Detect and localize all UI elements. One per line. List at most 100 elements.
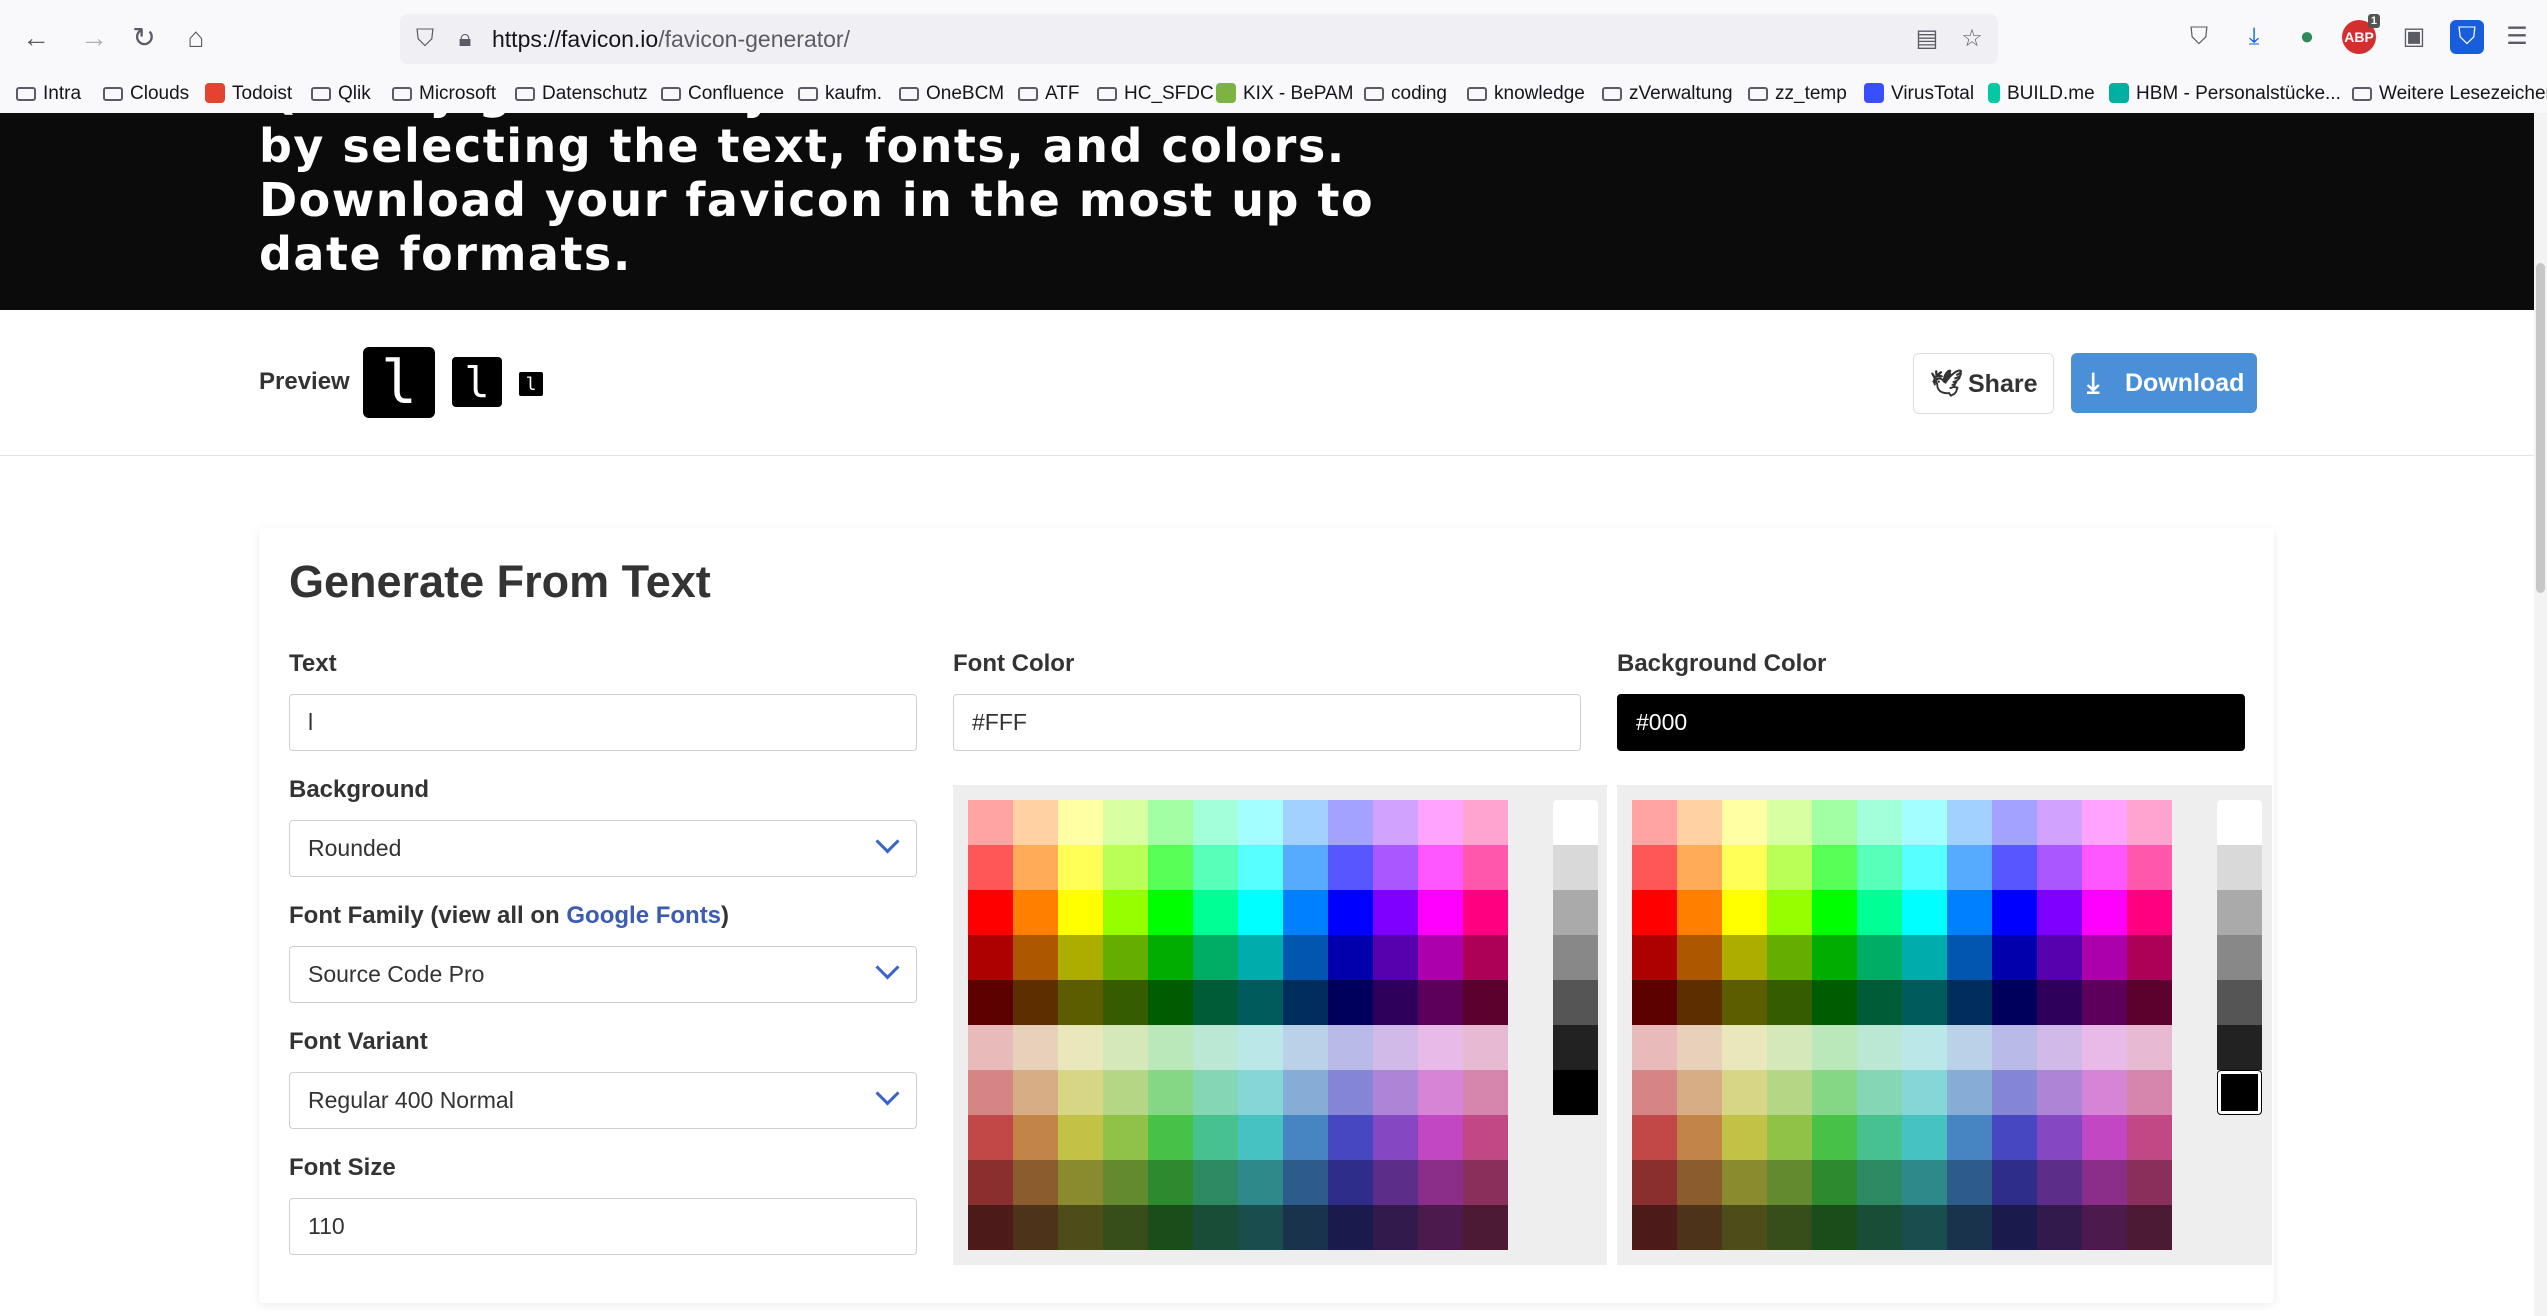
font-size-input[interactable]: 110	[289, 1198, 917, 1255]
color-swatch[interactable]	[2127, 935, 2172, 980]
gray-swatch[interactable]	[1553, 845, 1598, 890]
color-swatch[interactable]	[1947, 1025, 1992, 1070]
color-swatch[interactable]	[1812, 890, 1857, 935]
color-swatch[interactable]	[1812, 800, 1857, 845]
color-swatch[interactable]	[1418, 980, 1463, 1025]
color-swatch[interactable]	[1857, 1070, 1902, 1115]
color-swatch[interactable]	[1013, 1115, 1058, 1160]
color-swatch[interactable]	[1902, 1025, 1947, 1070]
color-swatch[interactable]	[1463, 1160, 1508, 1205]
color-swatch[interactable]	[1857, 890, 1902, 935]
color-swatch[interactable]	[2127, 1205, 2172, 1250]
color-swatch[interactable]	[2082, 845, 2127, 890]
container-icon[interactable]: ▣	[2397, 20, 2431, 54]
color-swatch[interactable]	[1328, 935, 1373, 980]
color-swatch[interactable]	[1632, 890, 1677, 935]
color-swatch[interactable]	[1373, 1205, 1418, 1250]
color-swatch[interactable]	[1632, 800, 1677, 845]
color-swatch[interactable]	[1812, 980, 1857, 1025]
gray-swatch[interactable]	[2217, 1025, 2262, 1070]
color-swatch[interactable]	[1947, 1205, 1992, 1250]
color-swatch[interactable]	[2037, 935, 2082, 980]
color-swatch[interactable]	[1992, 800, 2037, 845]
color-swatch[interactable]	[1238, 800, 1283, 845]
color-swatch[interactable]	[968, 890, 1013, 935]
color-swatch[interactable]	[1193, 1025, 1238, 1070]
color-swatch[interactable]	[1632, 935, 1677, 980]
bookmark-item[interactable]: zz_temp	[1748, 79, 1847, 109]
color-swatch[interactable]	[1058, 1070, 1103, 1115]
color-swatch[interactable]	[1283, 1205, 1328, 1250]
gray-swatch[interactable]	[2217, 980, 2262, 1025]
color-swatch[interactable]	[968, 1070, 1013, 1115]
color-swatch[interactable]	[2037, 1205, 2082, 1250]
color-swatch[interactable]	[1722, 935, 1767, 980]
bookmark-item[interactable]: Microsoft	[392, 79, 496, 109]
color-swatch[interactable]	[1148, 935, 1193, 980]
color-swatch[interactable]	[1767, 1025, 1812, 1070]
color-swatch[interactable]	[1857, 1115, 1902, 1160]
color-swatch[interactable]	[1328, 1205, 1373, 1250]
gray-swatch[interactable]	[1553, 980, 1598, 1025]
color-swatch[interactable]	[1238, 890, 1283, 935]
color-swatch[interactable]	[1463, 800, 1508, 845]
color-swatch[interactable]	[1148, 1205, 1193, 1250]
color-swatch[interactable]	[1418, 1070, 1463, 1115]
gray-swatch[interactable]	[2217, 890, 2262, 935]
bookmark-item[interactable]: VirusTotal	[1864, 79, 1974, 109]
color-swatch[interactable]	[1283, 1115, 1328, 1160]
color-swatch[interactable]	[968, 1205, 1013, 1250]
color-swatch[interactable]	[1992, 1025, 2037, 1070]
color-swatch[interactable]	[1238, 1205, 1283, 1250]
bookmark-item[interactable]: Confluence	[661, 79, 784, 109]
color-swatch[interactable]	[1328, 980, 1373, 1025]
color-swatch[interactable]	[1013, 935, 1058, 980]
color-swatch[interactable]	[1058, 1025, 1103, 1070]
color-swatch[interactable]	[1103, 890, 1148, 935]
download-button[interactable]: ⤓ Download	[2071, 353, 2257, 413]
color-swatch[interactable]	[1238, 980, 1283, 1025]
color-swatch[interactable]	[1148, 1025, 1193, 1070]
bookmark-item[interactable]: Weitere Lesezeichen	[2352, 79, 2547, 109]
color-swatch[interactable]	[1373, 890, 1418, 935]
color-swatch[interactable]	[1767, 1070, 1812, 1115]
share-button[interactable]: 🕊︎ Share	[1913, 353, 2054, 414]
color-swatch[interactable]	[1373, 1025, 1418, 1070]
color-swatch[interactable]	[1373, 980, 1418, 1025]
color-swatch[interactable]	[1947, 1115, 1992, 1160]
gray-swatch[interactable]	[1553, 1070, 1598, 1115]
color-swatch[interactable]	[1947, 890, 1992, 935]
bookmark-item[interactable]: Datenschutz	[515, 79, 648, 109]
bookmark-item[interactable]: Intra	[16, 79, 81, 109]
color-swatch[interactable]	[1328, 1160, 1373, 1205]
color-swatch[interactable]	[1677, 1115, 1722, 1160]
color-swatch[interactable]	[2037, 1160, 2082, 1205]
color-swatch[interactable]	[1992, 935, 2037, 980]
color-swatch[interactable]	[1767, 980, 1812, 1025]
color-swatch[interactable]	[1373, 935, 1418, 980]
color-swatch[interactable]	[1058, 980, 1103, 1025]
color-swatch[interactable]	[1857, 980, 1902, 1025]
color-swatch[interactable]	[1992, 1115, 2037, 1160]
color-swatch[interactable]	[1677, 935, 1722, 980]
bookmark-item[interactable]: Todoist	[205, 79, 292, 109]
color-swatch[interactable]	[1193, 890, 1238, 935]
color-swatch[interactable]	[1947, 935, 1992, 980]
color-swatch[interactable]	[1418, 1160, 1463, 1205]
color-swatch[interactable]	[2127, 890, 2172, 935]
color-swatch[interactable]	[1148, 845, 1193, 890]
color-swatch[interactable]	[1373, 1160, 1418, 1205]
color-swatch[interactable]	[1722, 1205, 1767, 1250]
color-swatch[interactable]	[2037, 1025, 2082, 1070]
color-swatch[interactable]	[1812, 1115, 1857, 1160]
color-swatch[interactable]	[1767, 1205, 1812, 1250]
color-swatch[interactable]	[1418, 800, 1463, 845]
color-swatch[interactable]	[1238, 1025, 1283, 1070]
color-swatch[interactable]	[1238, 1115, 1283, 1160]
google-fonts-link[interactable]: Google Fonts	[566, 902, 721, 929]
color-swatch[interactable]	[1148, 890, 1193, 935]
color-swatch[interactable]	[2082, 935, 2127, 980]
gray-swatch[interactable]	[2217, 1070, 2262, 1115]
color-swatch[interactable]	[1857, 1160, 1902, 1205]
color-swatch[interactable]	[1283, 1025, 1328, 1070]
